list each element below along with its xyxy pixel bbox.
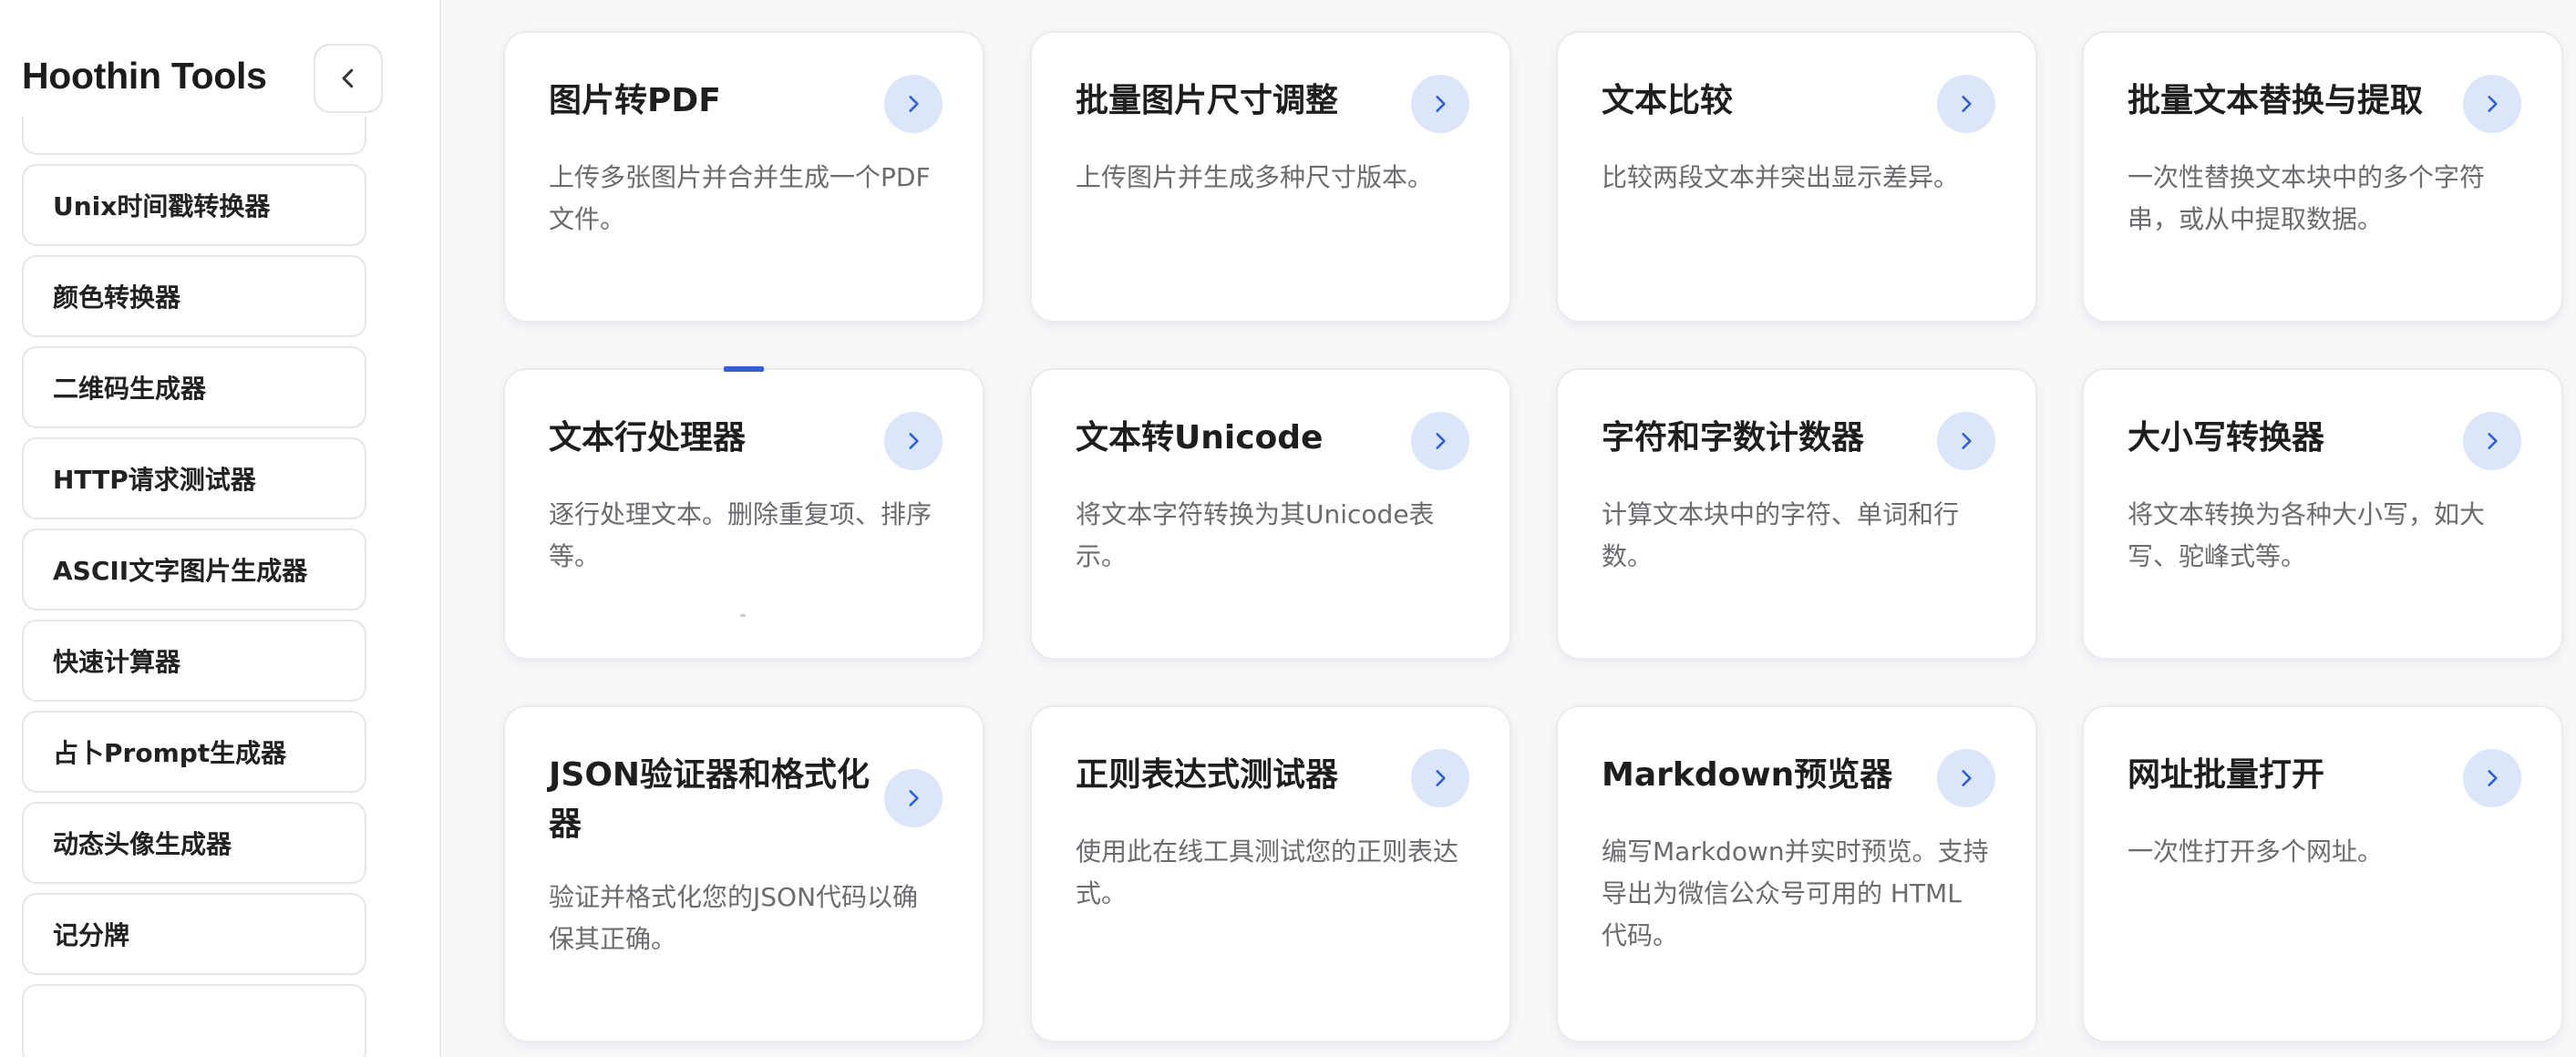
- tool-card-text-line-processor[interactable]: 文本行处理器 逐行处理文本。删除重复项、排序等。: [503, 366, 984, 660]
- tool-card-description: 使用此在线工具测试您的正则表达式。: [1076, 836, 1459, 908]
- nav-item-label: 动态头像生成器: [53, 829, 232, 859]
- tool-card-description: 比较两段文本并突出显示差异。: [1602, 162, 1960, 192]
- open-tool-button[interactable]: [884, 769, 943, 827]
- tool-card-batch-text-replace[interactable]: 批量文本替换与提取 一次性替换文本块中的多个字符串，或从中提取数据。: [2082, 31, 2563, 323]
- open-tool-button[interactable]: [1411, 412, 1469, 470]
- tool-card-title: 正则表达式测试器: [1076, 756, 1339, 794]
- tool-card-title: 文本比较: [1602, 82, 1734, 119]
- tool-card-text-to-unicode[interactable]: 文本转Unicode 将文本字符转换为其Unicode表示。: [1030, 368, 1511, 660]
- tool-card-title: 字符和字数计数器: [1602, 419, 1865, 457]
- nav-item-unix-timestamp[interactable]: Unix时间戳转换器: [22, 164, 366, 246]
- chevron-left-icon: [342, 68, 354, 88]
- nav-item-calculator[interactable]: 快速计算器: [22, 620, 366, 702]
- open-tool-button[interactable]: [1411, 75, 1469, 133]
- tool-card-case-converter[interactable]: 大小写转换器 将文本转换为各种大小写，如大写、驼峰式等。: [2082, 368, 2563, 660]
- open-tool-button[interactable]: [1411, 749, 1469, 807]
- tool-card-description: 上传图片并生成多种尺寸版本。: [1076, 162, 1434, 192]
- nav-item-partial[interactable]: [22, 117, 366, 155]
- collapse-sidebar-button[interactable]: [314, 44, 383, 113]
- chevron-right-icon: [1962, 770, 1972, 786]
- nav-item-divination-prompt[interactable]: 占卜Prompt生成器: [22, 711, 366, 793]
- chevron-right-icon: [1962, 96, 1972, 112]
- tool-card-description: 一次性打开多个网址。: [2128, 836, 2384, 867]
- tool-card-batch-url-opener[interactable]: 网址批量打开 一次性打开多个网址。: [2082, 705, 2563, 1042]
- tool-card-description: 编写Markdown并实时预览。支持导出为微信公众号可用的 HTML 代码。: [1602, 836, 1989, 950]
- nav-item-label: 快速计算器: [53, 647, 181, 677]
- nav-item-label: ASCII文字图片生成器: [53, 556, 308, 586]
- open-tool-button[interactable]: [884, 412, 943, 470]
- chevron-right-icon: [909, 96, 919, 112]
- tool-card-description: 将文本转换为各种大小写，如大写、驼峰式等。: [2128, 499, 2486, 571]
- nav-item-scoreboard[interactable]: 记分牌: [22, 893, 366, 975]
- nav-item-label: 二维码生成器: [53, 374, 207, 404]
- tool-card-title: JSON验证器和格式化器: [549, 756, 871, 843]
- brand-title: Hoothin Tools: [22, 55, 267, 97]
- tool-card-description: 计算文本块中的字符、单词和行数。: [1602, 499, 1960, 571]
- nav-item-label: Unix时间戳转换器: [53, 191, 271, 221]
- sidebar: Hoothin Tools Unix时间戳转换器 颜色转换器 二维码生成器 HT…: [0, 0, 441, 1057]
- tool-nav: Unix时间戳转换器 颜色转换器 二维码生成器 HTTP请求测试器 ASCII文…: [22, 117, 366, 1057]
- tool-card-markdown-previewer[interactable]: Markdown预览器 编写Markdown并实时预览。支持导出为微信公众号可用…: [1556, 705, 2037, 1042]
- tool-card-description: 验证并格式化您的JSON代码以确保其正确。: [549, 882, 919, 954]
- open-tool-button[interactable]: [1937, 749, 1995, 807]
- open-tool-button[interactable]: [2463, 749, 2521, 807]
- tool-card-json-validator[interactable]: JSON验证器和格式化器 验证并格式化您的JSON代码以确保其正确。: [503, 705, 984, 1042]
- chevron-right-icon: [909, 433, 919, 449]
- chevron-right-icon: [1436, 770, 1446, 786]
- tool-card-batch-image-resize[interactable]: 批量图片尺寸调整 上传图片并生成多种尺寸版本。: [1030, 31, 1511, 323]
- chevron-right-icon: [2488, 433, 2498, 449]
- nav-item-label: 颜色转换器: [53, 282, 181, 313]
- nav-item-http-tester[interactable]: HTTP请求测试器: [22, 437, 366, 519]
- chevron-right-icon: [2488, 770, 2498, 786]
- chevron-right-icon: [1436, 433, 1446, 449]
- open-tool-button[interactable]: [2463, 75, 2521, 133]
- tool-card-title: 大小写转换器: [2128, 419, 2325, 457]
- tool-card-description: 上传多张图片并合并生成一个PDF文件。: [549, 162, 931, 234]
- tool-card-description: 一次性替换文本块中的多个字符串，或从中提取数据。: [2128, 162, 2486, 234]
- nav-item-label: HTTP请求测试器: [53, 465, 256, 495]
- tool-card-title: 批量图片尺寸调整: [1076, 82, 1339, 119]
- tool-card-title: 文本转Unicode: [1076, 419, 1324, 457]
- chevron-right-icon: [2488, 96, 2498, 112]
- tool-card-title: Markdown预览器: [1602, 756, 1893, 794]
- tool-card-regex-tester[interactable]: 正则表达式测试器 使用此在线工具测试您的正则表达式。: [1030, 705, 1511, 1042]
- open-tool-button[interactable]: [2463, 412, 2521, 470]
- nav-item-avatar-generator[interactable]: 动态头像生成器: [22, 802, 366, 884]
- tool-card-title: 网址批量打开: [2128, 756, 2325, 794]
- scroll-dot: [740, 614, 746, 617]
- open-tool-button[interactable]: [884, 75, 943, 133]
- tool-card-image-to-pdf[interactable]: 图片转PDF 上传多张图片并合并生成一个PDF文件。: [503, 31, 984, 323]
- tool-card-title: 文本行处理器: [549, 419, 747, 457]
- nav-item-partial-bottom[interactable]: [22, 984, 366, 1057]
- tool-card-description: 将文本字符转换为其Unicode表示。: [1076, 499, 1435, 571]
- tool-card-text-compare[interactable]: 文本比较 比较两段文本并突出显示差异。: [1556, 31, 2037, 323]
- open-tool-button[interactable]: [1937, 75, 1995, 133]
- tool-card-description: 逐行处理文本。删除重复项、排序等。: [549, 499, 933, 571]
- nav-item-color-converter[interactable]: 颜色转换器: [22, 255, 366, 337]
- tool-card-title: 批量文本替换与提取: [2128, 82, 2424, 119]
- chevron-right-icon: [1436, 96, 1446, 112]
- chevron-right-icon: [909, 790, 919, 806]
- nav-item-qrcode[interactable]: 二维码生成器: [22, 346, 366, 428]
- nav-item-ascii-art[interactable]: ASCII文字图片生成器: [22, 528, 366, 611]
- open-tool-button[interactable]: [1937, 412, 1995, 470]
- nav-item-label: 占卜Prompt生成器: [53, 738, 287, 768]
- tool-card-char-word-counter[interactable]: 字符和字数计数器 计算文本块中的字符、单词和行数。: [1556, 368, 2037, 660]
- accent-indicator: [724, 366, 764, 372]
- chevron-right-icon: [1962, 433, 1972, 449]
- nav-item-label: 记分牌: [53, 920, 130, 950]
- tool-card-title: 图片转PDF: [549, 82, 721, 119]
